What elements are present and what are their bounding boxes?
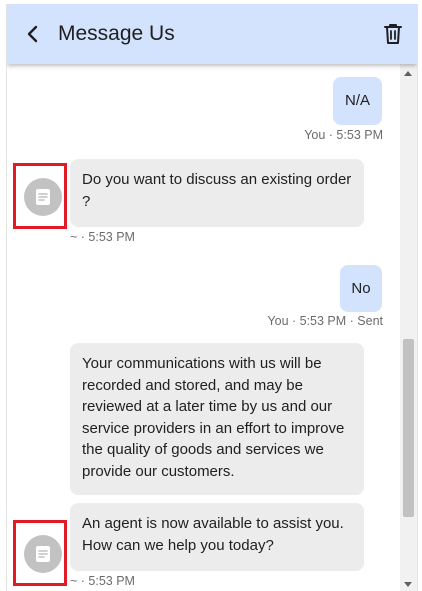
agent-message-bubble: An agent is now available to assist you.…: [70, 503, 364, 571]
chat-header: Message Us: [7, 4, 417, 64]
back-button[interactable]: [19, 20, 47, 48]
message-meta: ~ · 5:53 PM: [70, 574, 135, 588]
trash-icon: [384, 24, 402, 44]
agent-message-bubble: Do you want to discuss an existing order…: [70, 159, 364, 227]
page-title: Message Us: [58, 22, 175, 45]
delete-conversation-button[interactable]: [379, 20, 407, 48]
highlighted-avatar-box: [13, 163, 67, 229]
message-text: N/A: [344, 92, 370, 109]
scrollbar-thumb[interactable]: [403, 339, 414, 517]
message-list[interactable]: N/A You · 5:53 PM Do you want to discuss…: [7, 64, 400, 591]
highlighted-avatar-box: [13, 520, 67, 586]
agent-avatar: [24, 178, 62, 216]
scroll-up-arrow[interactable]: [404, 71, 412, 76]
chevron-left-icon: [27, 25, 38, 43]
message-text: An agent is now available to assist you.…: [82, 515, 344, 554]
agent-message-bubble: Your communications with us will be reco…: [70, 343, 364, 495]
message-meta: You · 5:53 PM: [304, 128, 383, 142]
chat-window: Message Us N/A You · 5:53 PM Do you want…: [6, 4, 418, 591]
scrollbar[interactable]: [400, 64, 417, 591]
document-icon: [36, 189, 50, 205]
message-text: No: [351, 280, 371, 297]
message-meta: You · 5:53 PM · Sent: [267, 314, 383, 328]
document-icon: [36, 546, 50, 562]
scroll-down-arrow[interactable]: [404, 582, 412, 587]
message-text: Your communications with us will be reco…: [82, 355, 345, 480]
message-text: Do you want to discuss an existing order…: [82, 171, 352, 210]
agent-avatar: [24, 535, 62, 573]
message-meta: ~ · 5:53 PM: [70, 230, 135, 244]
user-message-bubble: No: [340, 265, 382, 312]
user-message-bubble: N/A: [333, 77, 382, 125]
